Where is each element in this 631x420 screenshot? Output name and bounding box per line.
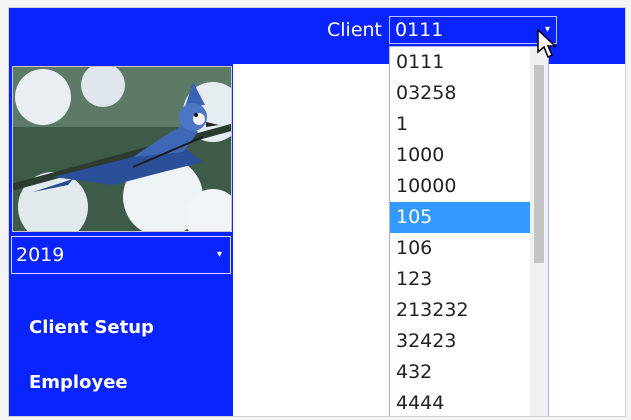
client-option-highlighted[interactable]: 105 [390, 202, 530, 233]
scrollbar-thumb[interactable] [534, 65, 544, 263]
client-option[interactable]: 03258 [390, 78, 530, 109]
mouse-cursor-icon [537, 28, 557, 59]
year-select[interactable]: 2019 ▾ [11, 236, 231, 274]
client-option[interactable]: 213232 [390, 295, 530, 326]
client-option[interactable]: 32423 [390, 326, 530, 357]
bird-photo [12, 66, 232, 232]
client-select[interactable]: 0111 ▾ [389, 16, 557, 44]
client-select-value: 0111 [395, 19, 444, 41]
nav-client-setup[interactable]: Client Setup [29, 317, 154, 338]
client-option[interactable]: 123 [390, 264, 530, 295]
client-option[interactable]: 4444 [390, 388, 530, 416]
client-dropdown-list[interactable]: 0111 03258 1 1000 10000 105 106 123 2132… [389, 46, 549, 416]
client-option[interactable]: 106 [390, 233, 530, 264]
nav-employee[interactable]: Employee [29, 372, 128, 393]
client-option[interactable]: 0111 [390, 47, 530, 78]
dropdown-arrow-icon[interactable]: ▾ [217, 237, 222, 273]
scrollbar[interactable] [530, 47, 548, 416]
client-option[interactable]: 1 [390, 109, 530, 140]
client-option[interactable]: 432 [390, 357, 530, 388]
sidebar: 2019 ▾ Client Setup Employee [9, 64, 233, 416]
year-select-value: 2019 [16, 244, 65, 266]
app-window: Client 0111 ▾ 2019 ▾ Client Setup Employ… [8, 7, 626, 417]
client-option[interactable]: 1000 [390, 140, 530, 171]
client-option[interactable]: 10000 [390, 171, 530, 202]
client-label: Client [327, 19, 383, 41]
